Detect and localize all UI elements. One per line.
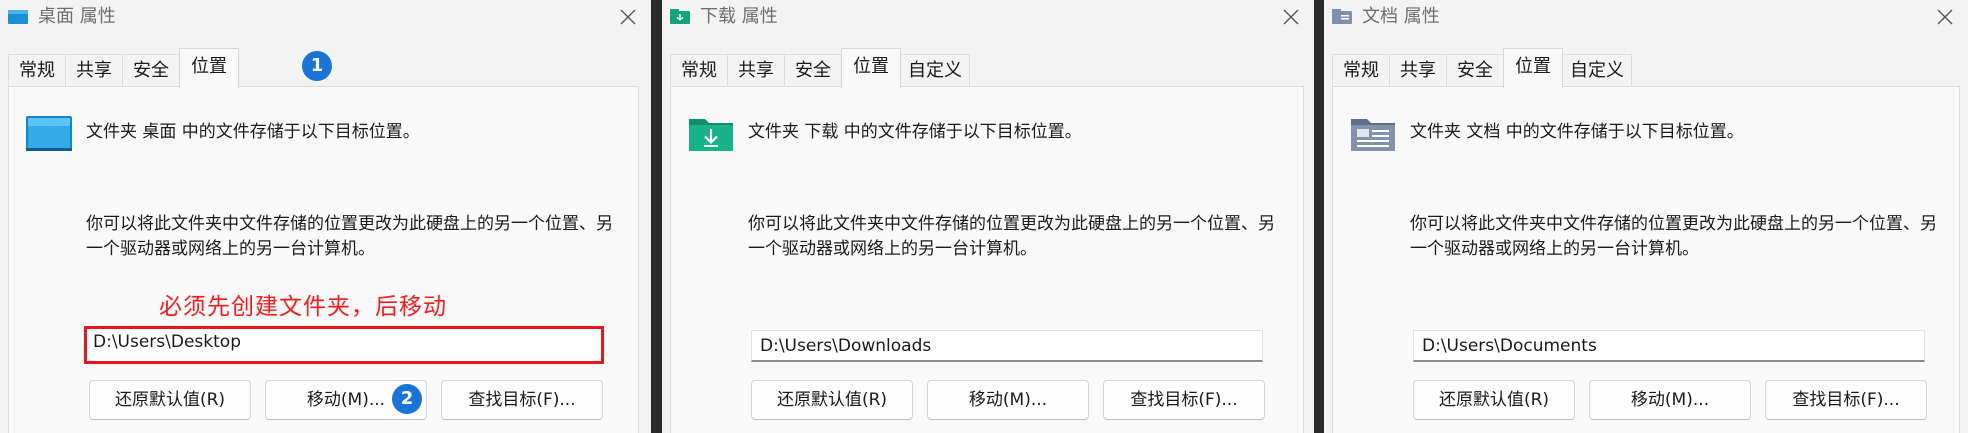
tab-customize[interactable]: 自定义	[1562, 54, 1632, 86]
documents-folder-icon	[1349, 113, 1397, 153]
tab-sharing[interactable]: 共享	[1389, 54, 1447, 86]
close-button[interactable]	[611, 2, 645, 32]
path-input[interactable]: D:\Users\Documents	[1413, 330, 1925, 362]
location-panel: 文件夹 下载 中的文件存储于以下目标位置。 你可以将此文件夹中文件存储的位置更改…	[670, 86, 1304, 433]
window-title: 桌面 属性	[38, 6, 116, 27]
location-header: 文件夹 桌面 中的文件存储于以下目标位置。	[86, 122, 420, 142]
location-description: 你可以将此文件夹中文件存储的位置更改为此硬盘上的另一个位置、另一个驱动器或网络上…	[748, 214, 1275, 259]
tab-strip: 常规 共享 安全 位置 自定义	[1332, 48, 1968, 88]
tab-location[interactable]: 位置	[841, 48, 901, 88]
downloads-folder-icon	[687, 113, 735, 153]
downloads-properties-dialog: 下载 属性 常规 共享 安全 位置 自定义 文件夹 下载 中的文件存储于以下目标…	[662, 0, 1314, 433]
tab-location[interactable]: 位置	[1503, 48, 1563, 88]
window-title: 文档 属性	[1362, 6, 1440, 27]
tab-security[interactable]: 安全	[1446, 54, 1504, 86]
title-bar: 下载 属性	[662, 0, 1314, 38]
close-icon	[620, 9, 636, 25]
tab-general[interactable]: 常规	[1332, 54, 1390, 86]
title-bar: 桌面 属性	[0, 0, 651, 38]
restore-default-button[interactable]: 还原默认值(R)	[1413, 380, 1575, 420]
close-icon	[1283, 9, 1299, 25]
path-input[interactable]: D:\Users\Downloads	[751, 330, 1263, 362]
location-description: 你可以将此文件夹中文件存储的位置更改为此硬盘上的另一个位置、另一个驱动器或网络上…	[86, 214, 613, 259]
move-button[interactable]: 移动(M)...	[1589, 380, 1751, 420]
location-header: 文件夹 文档 中的文件存储于以下目标位置。	[1410, 122, 1744, 142]
step-badge-1: 1	[302, 51, 332, 81]
find-target-button[interactable]: 查找目标(F)...	[1103, 380, 1265, 420]
tab-customize[interactable]: 自定义	[900, 54, 970, 86]
documents-folder-icon	[1332, 9, 1352, 25]
location-panel: 文件夹 文档 中的文件存储于以下目标位置。 你可以将此文件夹中文件存储的位置更改…	[1332, 86, 1960, 433]
window-title: 下载 属性	[700, 6, 778, 27]
path-input[interactable]: D:\Users\Desktop	[84, 326, 604, 364]
tab-sharing[interactable]: 共享	[65, 54, 123, 86]
find-target-button[interactable]: 查找目标(F)...	[1765, 380, 1927, 420]
move-button[interactable]: 移动(M)...	[927, 380, 1089, 420]
tab-location[interactable]: 位置	[179, 48, 239, 88]
location-description: 你可以将此文件夹中文件存储的位置更改为此硬盘上的另一个位置、另一个驱动器或网络上…	[1410, 214, 1937, 259]
annotation-note: 必须先创建文件夹，后移动	[159, 294, 447, 320]
desktop-folder-icon	[25, 113, 73, 153]
location-panel: 文件夹 桌面 中的文件存储于以下目标位置。 你可以将此文件夹中文件存储的位置更改…	[8, 86, 639, 433]
desktop-properties-dialog: 桌面 属性 常规 共享 安全 位置 1 文件夹 桌面 中的文件存储于以下目标位置…	[0, 0, 651, 433]
title-bar: 文档 属性	[1324, 0, 1968, 38]
documents-properties-dialog: 文档 属性 常规 共享 安全 位置 自定义 文件夹 文档 中的文件存储于以下目标…	[1324, 0, 1968, 433]
location-header: 文件夹 下载 中的文件存储于以下目标位置。	[748, 122, 1082, 142]
tab-strip: 常规 共享 安全 位置 自定义	[670, 48, 1314, 88]
tab-sharing[interactable]: 共享	[727, 54, 785, 86]
tab-general[interactable]: 常规	[670, 54, 728, 86]
close-button[interactable]	[1274, 2, 1308, 32]
tab-general[interactable]: 常规	[8, 54, 66, 86]
close-icon	[1937, 9, 1953, 25]
downloads-folder-icon	[670, 9, 690, 25]
step-badge-2: 2	[392, 384, 422, 414]
find-target-button[interactable]: 查找目标(F)...	[441, 380, 603, 420]
tab-security[interactable]: 安全	[122, 54, 180, 86]
restore-default-button[interactable]: 还原默认值(R)	[751, 380, 913, 420]
restore-default-button[interactable]: 还原默认值(R)	[89, 380, 251, 420]
close-button[interactable]	[1928, 2, 1962, 32]
desktop-folder-icon	[8, 9, 28, 25]
tab-security[interactable]: 安全	[784, 54, 842, 86]
